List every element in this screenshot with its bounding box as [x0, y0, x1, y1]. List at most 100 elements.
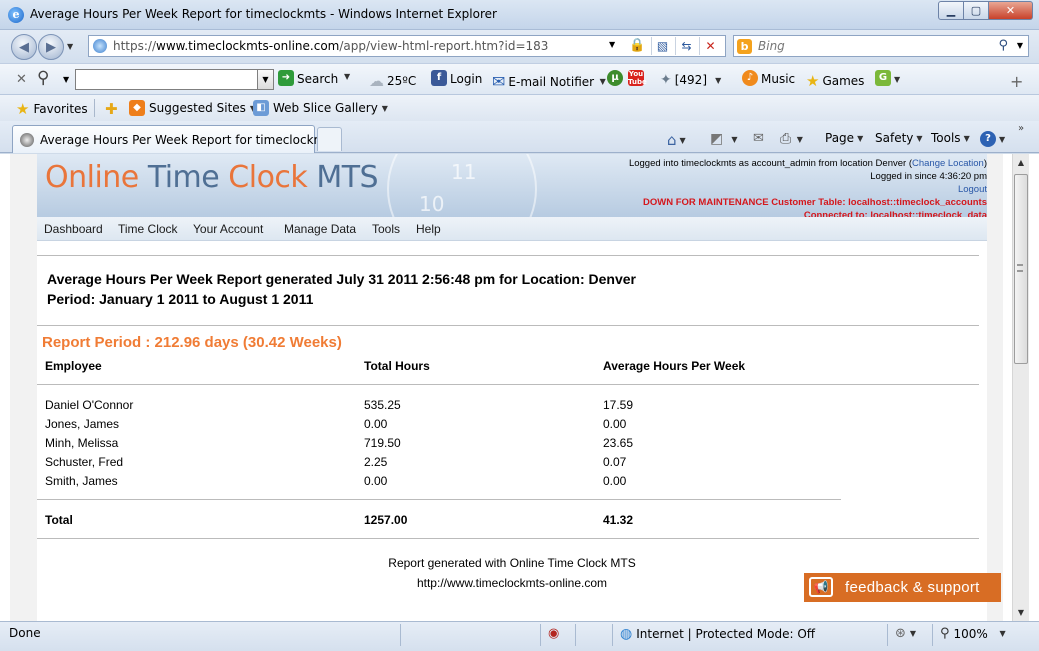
games-button[interactable]: ★ Games: [806, 72, 864, 90]
employee-name: Smith, James: [45, 474, 118, 488]
new-tab-button[interactable]: [317, 127, 342, 151]
counter-widget[interactable]: ✦ [492] ▼: [660, 72, 721, 88]
web-slice-gallery-button[interactable]: ◧ Web Slice Gallery ▼: [253, 100, 388, 116]
back-button[interactable]: ◀: [11, 34, 37, 60]
tools-menu[interactable]: Tools ▼: [931, 131, 970, 145]
stop-button[interactable]: ✕: [699, 37, 721, 55]
address-bar[interactable]: https://www.timeclockmts-online.com/app/…: [88, 35, 726, 57]
toolbar-search-menu-dropdown[interactable]: ▼: [344, 72, 350, 81]
menu-manage-data[interactable]: Manage Data: [284, 222, 356, 236]
divider: [37, 325, 979, 326]
search-icon[interactable]: ⚲: [998, 38, 1008, 53]
employee-name: Daniel O'Connor: [45, 398, 134, 412]
feeds-button[interactable]: ◩ ▼: [710, 131, 737, 147]
report-period-summary: Report Period : 212.96 days (30.42 Weeks…: [42, 334, 342, 351]
print-button[interactable]: ⎙ ▼: [780, 131, 803, 147]
read-mail-button[interactable]: ✉: [753, 131, 764, 146]
menu-your-account[interactable]: Your Account: [193, 222, 263, 236]
address-dropdown[interactable]: ▼: [609, 40, 615, 49]
help-button[interactable]: ? ▼: [980, 131, 1005, 147]
search-box[interactable]: b Bing ⚲ ▼: [733, 35, 1029, 57]
close-button[interactable]: ✕: [989, 1, 1033, 20]
arrow-right-icon: ▶: [46, 39, 56, 55]
privacy-report-button[interactable]: ◉: [548, 626, 559, 641]
logout-link[interactable]: Logout: [958, 184, 987, 195]
site-logo[interactable]: Online Time Clock MTS: [45, 160, 379, 195]
report-footer-credit: Report generated with Online Time Clock …: [388, 556, 636, 570]
menu-dashboard[interactable]: Dashboard: [44, 222, 103, 236]
feedback-support-button[interactable]: 📢 feedback & support: [804, 573, 1001, 602]
maintenance-notice: DOWN FOR MAINTENANCE Customer Table: loc…: [643, 197, 987, 208]
facebook-login-button[interactable]: f Login: [431, 70, 482, 86]
toolbar-search-input[interactable]: [75, 69, 258, 90]
refresh-button[interactable]: ⇆: [675, 37, 697, 55]
web-slice-icon: ◧: [253, 100, 269, 116]
site-menu: Dashboard Time Clock Your Account Manage…: [37, 217, 987, 241]
employee-name: Schuster, Fred: [45, 455, 124, 469]
addon-button[interactable]: G ▼: [875, 70, 900, 86]
scroll-up-button[interactable]: ▲: [1013, 154, 1029, 171]
facebook-icon: f: [431, 70, 447, 86]
column-header-average-hours: Average Hours Per Week: [603, 359, 746, 373]
status-bar: Done ◉ ◍ Internet | Protected Mode: Off …: [0, 621, 1039, 651]
window-controls: ▁ ▢ ✕: [938, 1, 1033, 20]
menu-help[interactable]: Help: [416, 222, 441, 236]
menu-time-clock[interactable]: Time Clock: [118, 222, 178, 236]
minimize-button[interactable]: ▁: [938, 1, 964, 20]
compatibility-view-button[interactable]: ▧: [651, 37, 673, 55]
toolbar-search-dropdown[interactable]: ▼: [63, 75, 69, 84]
vertical-scrollbar[interactable]: ▲ ▼: [1012, 154, 1029, 621]
toolbar-search-history-dropdown[interactable]: ▼: [257, 69, 274, 90]
maximize-button[interactable]: ▢: [964, 1, 989, 20]
accelerator-button[interactable]: ⊛ ▼: [895, 626, 916, 641]
safety-menu[interactable]: Safety ▼: [875, 131, 923, 145]
notification-icon: ✦: [660, 72, 672, 88]
menu-tools[interactable]: Tools: [372, 222, 400, 236]
total-hours: 535.25: [364, 398, 401, 412]
envelope-icon: ✉: [492, 72, 506, 91]
email-notifier-button[interactable]: ✉ E-mail Notifier ▼: [492, 72, 606, 91]
average-hours: 0.07: [603, 455, 627, 469]
search-placeholder[interactable]: Bing: [758, 39, 785, 53]
search-options-dropdown[interactable]: ▼: [1017, 41, 1023, 50]
change-location-link[interactable]: Change Location: [912, 158, 984, 169]
total-label: Total: [45, 513, 73, 527]
accelerator-icon: ⊛: [895, 626, 906, 641]
add-favorite-icon: ✚: [105, 100, 118, 118]
toolbar-search-button[interactable]: ➜ Search: [278, 70, 338, 86]
average-hours: 0.00: [603, 474, 627, 488]
tab-bar: Average Hours Per Week Report for timecl…: [0, 121, 1039, 153]
tab-report[interactable]: Average Hours Per Week Report for timecl…: [12, 125, 336, 153]
ie-logo-icon: e: [8, 7, 24, 23]
lock-icon[interactable]: 🔒: [629, 38, 645, 53]
zoom-control[interactable]: ⚲ 100% ▼: [940, 626, 1006, 641]
divider: [37, 255, 979, 256]
favorites-star-icon: ★: [16, 100, 30, 118]
favorites-button[interactable]: ★ Favorites: [16, 100, 88, 118]
music-button[interactable]: ♪ Music: [742, 70, 795, 86]
addon-icon: G: [875, 70, 891, 86]
home-button[interactable]: ⌂ ▼: [667, 131, 686, 149]
weather-widget[interactable]: ☁ 25ºC: [369, 72, 416, 90]
total-hours: 719.50: [364, 436, 401, 450]
security-zone[interactable]: ◍ Internet | Protected Mode: Off: [620, 626, 815, 642]
page-menu[interactable]: Page ▼: [825, 131, 863, 145]
close-toolbar-icon[interactable]: ✕: [16, 72, 27, 87]
status-separator: [612, 624, 613, 646]
toolbar-search-icon[interactable]: ⚲: [37, 68, 49, 88]
forward-button[interactable]: ▶: [38, 34, 64, 60]
youtube-button[interactable]: You Tube: [628, 70, 647, 86]
privacy-eye-icon: ◉: [548, 626, 560, 641]
scroll-down-button[interactable]: ▼: [1013, 604, 1029, 621]
report-period-range: Period: January 1 2011 to August 1 2011: [47, 291, 314, 307]
add-to-favorites-button[interactable]: ✚: [105, 100, 118, 118]
site-banner: 11 10 Online Time Clock MTS Logged into …: [37, 154, 987, 217]
recent-pages-dropdown[interactable]: ▼: [67, 42, 73, 51]
mail-icon: ✉: [753, 131, 764, 146]
utorrent-button[interactable]: µ: [607, 70, 623, 86]
suggested-sites-button[interactable]: ◆ Suggested Sites ▼: [129, 100, 256, 116]
add-toolbar-button[interactable]: +: [1010, 72, 1023, 91]
url-text[interactable]: https://www.timeclockmts-online.com/app/…: [113, 39, 548, 53]
more-commands-icon[interactable]: »: [1018, 123, 1024, 134]
home-icon: ⌂: [667, 131, 677, 149]
